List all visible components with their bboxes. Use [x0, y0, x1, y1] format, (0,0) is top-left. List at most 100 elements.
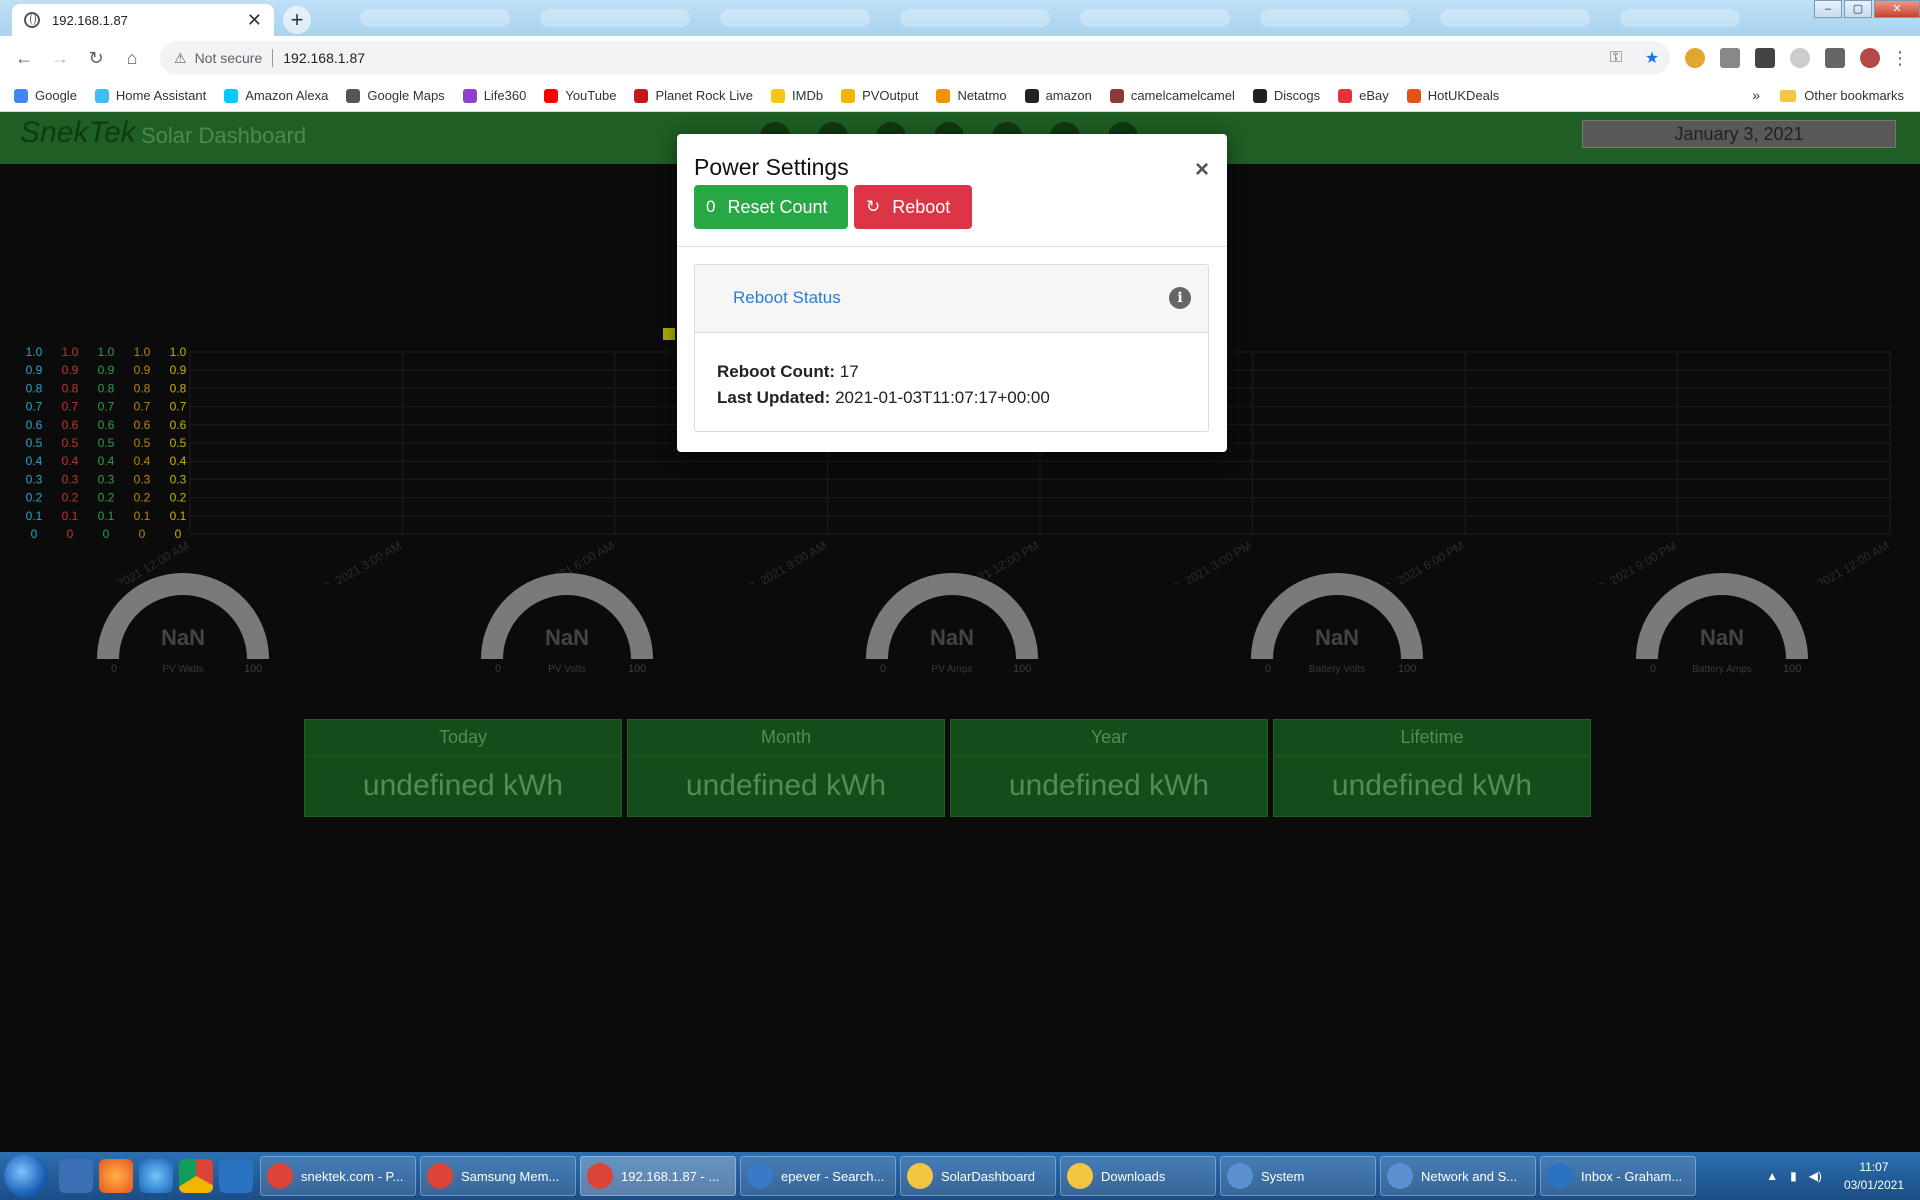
amazon-icon: [1024, 88, 1039, 103]
ebay-icon: [1338, 88, 1353, 103]
background-tab[interactable]: [1080, 9, 1230, 27]
profile-avatar[interactable]: [1860, 48, 1880, 68]
last-updated-row: Last Updated: 2021-01-03T11:07:17+00:00: [717, 388, 1050, 407]
netatmo-icon: [936, 88, 951, 103]
restart-icon: ↻: [866, 197, 881, 216]
reboot-button[interactable]: ↻ Reboot: [854, 185, 972, 229]
close-tab-icon[interactable]: ✕: [247, 10, 262, 31]
folder-icon: [1780, 89, 1797, 102]
taskbar-item[interactable]: Samsung Mem...: [420, 1156, 576, 1196]
imdb-icon: [771, 88, 785, 103]
bookmark-youtube[interactable]: YouTube: [544, 88, 616, 103]
bookmark-discogs[interactable]: Discogs: [1252, 88, 1320, 103]
taskbar-item[interactable]: Network and S...: [1380, 1156, 1536, 1196]
background-tab[interactable]: [540, 9, 690, 27]
folder-icon: [1067, 1163, 1093, 1189]
url-field[interactable]: ⚠ Not secure 192.168.1.87 ⚿ ★: [160, 41, 1670, 75]
close-window-button[interactable]: ✕: [1874, 0, 1920, 18]
search-icon: [747, 1163, 773, 1189]
puzzle-icon[interactable]: [1825, 48, 1845, 68]
signal-icon[interactable]: ▮: [1790, 1169, 1797, 1183]
divider: [272, 49, 274, 67]
cast-icon[interactable]: [1720, 48, 1740, 68]
last-updated-value: 2021-01-03T11:07:17+00:00: [835, 388, 1050, 407]
modal-header: Power Settings × 0 Reset Count ↻ Reboot: [677, 134, 1227, 247]
security-label[interactable]: Not secure: [195, 50, 263, 66]
maximize-button[interactable]: ▢: [1844, 0, 1872, 18]
background-tab[interactable]: [1620, 9, 1740, 27]
active-tab[interactable]: 192.168.1.87 ✕: [12, 4, 274, 36]
home-icon[interactable]: ⌂: [114, 48, 150, 69]
taskbar-item[interactable]: Inbox - Graham...: [1540, 1156, 1696, 1196]
mail-icon: [1547, 1163, 1573, 1189]
key-icon[interactable]: ⚿: [1598, 49, 1634, 67]
sun-icon: [841, 88, 856, 103]
taskbar-item[interactable]: System: [1220, 1156, 1376, 1196]
new-tab-button[interactable]: +: [283, 6, 311, 34]
background-tab[interactable]: [360, 9, 510, 27]
background-tab[interactable]: [900, 9, 1050, 27]
clock-time: 11:07: [1859, 1160, 1889, 1174]
folder-icon: [907, 1163, 933, 1189]
volume-icon[interactable]: ◀): [1809, 1169, 1822, 1183]
flame-icon: [1406, 88, 1421, 103]
life360-icon: [462, 88, 477, 103]
bookmark-amazon[interactable]: amazon: [1024, 88, 1092, 103]
clock-date: 03/01/2021: [1843, 1178, 1904, 1192]
warning-icon[interactable]: ⚠: [174, 50, 187, 67]
home-assistant-icon: [94, 88, 109, 103]
bookmark-life360[interactable]: Life360: [462, 88, 526, 103]
bookmark-imdb[interactable]: IMDb: [771, 88, 823, 103]
background-tab[interactable]: [1260, 9, 1410, 27]
reset-count-button[interactable]: 0 Reset Count: [694, 185, 848, 229]
browser-tab-strip: 192.168.1.87 ✕ + – ▢ ✕: [0, 0, 1920, 36]
solar-dashboard-page: SnekTek Solar Dashboard January 3, 2021 …: [0, 112, 1920, 1152]
taskbar-item[interactable]: Downloads: [1060, 1156, 1216, 1196]
bookmark-google[interactable]: Google: [14, 88, 77, 103]
show-desktop-icon[interactable]: [59, 1159, 93, 1193]
kebab-menu-icon[interactable]: ⋮: [1888, 48, 1912, 69]
camera-extension-icon[interactable]: [1755, 48, 1775, 68]
url-text[interactable]: 192.168.1.87: [283, 50, 1598, 66]
background-tab[interactable]: [1440, 9, 1590, 27]
extension-icon[interactable]: [1790, 48, 1810, 68]
alexa-icon: [224, 88, 239, 103]
bookmark-pvoutput[interactable]: PVOutput: [841, 88, 918, 103]
reload-icon[interactable]: ↻: [78, 48, 114, 69]
bookmark-home-assistant[interactable]: Home Assistant: [94, 88, 206, 103]
bookmark-google-maps[interactable]: Google Maps: [346, 88, 445, 103]
reboot-status-card: Reboot Status i Reboot Count: 17 Last Up…: [694, 264, 1209, 432]
bookmark-planet-rock[interactable]: Planet Rock Live: [634, 88, 753, 103]
outlook-icon[interactable]: [219, 1159, 253, 1193]
extension-icon[interactable]: [1685, 48, 1705, 68]
info-icon[interactable]: i: [1169, 287, 1191, 309]
card-header[interactable]: Reboot Status i: [695, 265, 1208, 333]
start-button[interactable]: [4, 1154, 48, 1198]
bookmark-hotukdeals[interactable]: HotUKDeals: [1406, 88, 1499, 103]
forward-arrow-icon[interactable]: →: [42, 48, 78, 69]
taskbar-item[interactable]: snektek.com - P...: [260, 1156, 416, 1196]
bookmark-ebay[interactable]: eBay: [1338, 88, 1389, 103]
bookmark-camelcamelcamel[interactable]: camelcamelcamel: [1109, 88, 1235, 103]
back-arrow-icon[interactable]: ←: [6, 48, 42, 69]
firefox-icon[interactable]: [99, 1159, 133, 1193]
planet-rock-icon: [634, 88, 649, 103]
globe-icon: [24, 12, 40, 28]
bookmark-netatmo[interactable]: Netatmo: [936, 88, 1007, 103]
bookmark-amazon-alexa[interactable]: Amazon Alexa: [224, 88, 328, 103]
tray-expand-icon[interactable]: ▲: [1766, 1169, 1778, 1183]
taskbar-item[interactable]: SolarDashboard: [900, 1156, 1056, 1196]
more-bookmarks-chevron-icon[interactable]: »: [1752, 87, 1760, 103]
minimize-button[interactable]: –: [1814, 0, 1842, 18]
taskbar-item[interactable]: epever - Search...: [740, 1156, 896, 1196]
close-icon[interactable]: ×: [1195, 156, 1209, 184]
reboot-count-value: 17: [839, 362, 859, 381]
taskbar-item[interactable]: 192.168.1.87 - ...: [580, 1156, 736, 1196]
other-bookmarks-folder[interactable]: Other bookmarks: [1780, 88, 1904, 103]
bookmark-star-icon[interactable]: ★: [1634, 48, 1670, 68]
clock[interactable]: 11:07 03/01/2021: [1844, 1158, 1904, 1194]
card-title[interactable]: Reboot Status: [733, 288, 841, 308]
internet-explorer-icon[interactable]: [139, 1159, 173, 1193]
chrome-icon[interactable]: [179, 1159, 213, 1193]
background-tab[interactable]: [720, 9, 870, 27]
